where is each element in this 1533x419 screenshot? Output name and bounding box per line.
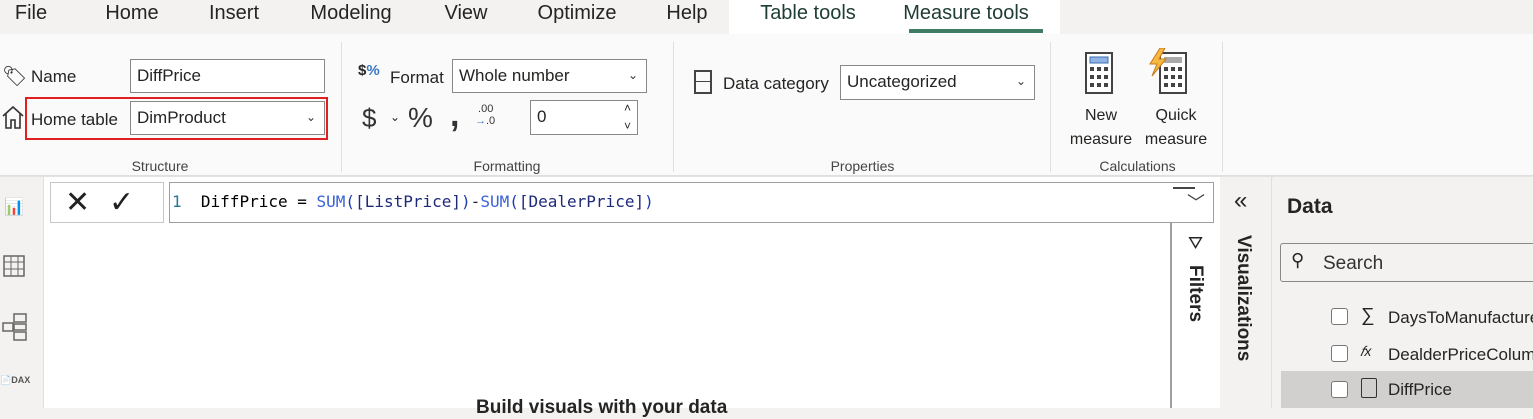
tab-measure-tools-label: Measure tools bbox=[903, 2, 1029, 24]
field-name[interactable]: DealderPriceColumn bbox=[1388, 345, 1533, 365]
properties-group-label: Properties bbox=[830, 158, 895, 174]
field-checkbox[interactable] bbox=[1331, 308, 1348, 325]
quick-measure-label-2: measure bbox=[1144, 131, 1208, 148]
visualizations-label: Visualizations bbox=[1233, 235, 1254, 362]
data-pane: Data ⚲ Search ∑ DaysToManufacture 𝑓x Dea… bbox=[1273, 177, 1533, 408]
expand-chevron-icon[interactable]: ﹀ bbox=[1187, 185, 1205, 223]
structure-group-label: Structure bbox=[131, 158, 189, 174]
function-token: SUM bbox=[480, 192, 510, 211]
commit-check-icon[interactable]: ✓ bbox=[109, 185, 134, 220]
data-category-value: Uncategorized bbox=[847, 72, 957, 91]
data-search-input[interactable]: ⚲ Search bbox=[1280, 243, 1533, 282]
measure-name-token: DiffPrice = bbox=[200, 192, 307, 211]
name-label: Name bbox=[31, 67, 77, 86]
calculated-column-icon: 𝑓x bbox=[1360, 343, 1372, 359]
home-table-value: DimProduct bbox=[137, 108, 226, 127]
decimal-places-icon[interactable]: .00 →.0 bbox=[475, 103, 495, 127]
name-input[interactable]: DiffPrice bbox=[130, 59, 325, 93]
percent-button[interactable]: % bbox=[408, 102, 433, 134]
cancel-icon[interactable]: ✕ bbox=[65, 185, 90, 220]
canvas-hint: Build visuals with your data bbox=[476, 397, 728, 418]
currency-button[interactable]: $ bbox=[362, 103, 376, 134]
currency-chevron-icon[interactable]: ⌄ bbox=[390, 110, 400, 124]
line-number: 1 bbox=[172, 192, 182, 211]
table-view-icon[interactable] bbox=[3, 255, 25, 277]
home-table-label: Home table bbox=[31, 110, 118, 129]
column-token: [DealerPrice] bbox=[518, 192, 645, 211]
search-placeholder: Search bbox=[1323, 253, 1384, 274]
visualizations-pane-collapsed[interactable]: « Visualizations bbox=[1220, 177, 1272, 408]
format-dropdown[interactable]: Whole number ⌄ bbox=[452, 59, 647, 93]
format-icon: $% bbox=[358, 62, 380, 79]
model-view-icon[interactable] bbox=[2, 313, 28, 341]
tab-home[interactable]: Home bbox=[96, 0, 168, 34]
expand-double-chevron-icon[interactable]: « bbox=[1234, 187, 1247, 215]
function-token: SUM bbox=[316, 192, 346, 211]
data-pane-title: Data bbox=[1287, 195, 1333, 218]
data-category-dropdown[interactable]: Uncategorized ⌄ bbox=[840, 65, 1035, 100]
field-checkbox[interactable] bbox=[1331, 381, 1348, 398]
tab-measure-tools[interactable]: Measure tools bbox=[872, 0, 1060, 34]
formatting-group-label: Formatting bbox=[473, 158, 541, 174]
data-category-label: Data category bbox=[723, 74, 829, 93]
dax-query-view-icon[interactable]: 📄DAX bbox=[0, 375, 30, 386]
operator-token: - bbox=[470, 192, 481, 211]
quick-measure-button[interactable]: Quick measure bbox=[1138, 48, 1214, 148]
format-label: Format bbox=[390, 68, 444, 87]
tab-help[interactable]: Help bbox=[658, 0, 716, 34]
new-measure-button[interactable]: New measure bbox=[1066, 52, 1142, 148]
home-table-dropdown[interactable]: DimProduct ⌄ bbox=[130, 101, 325, 135]
column-token: [ListPrice] bbox=[355, 192, 462, 211]
chevron-down-icon[interactable]: ˅ bbox=[624, 111, 631, 142]
field-row-highlighted[interactable]: DiffPrice bbox=[1281, 371, 1533, 408]
tab-file[interactable]: File bbox=[0, 0, 62, 34]
quick-measure-icon bbox=[1149, 48, 1187, 94]
filter-icon: ⛛ bbox=[1188, 233, 1204, 253]
chevron-down-icon: ⌄ bbox=[627, 68, 638, 82]
quick-measure-label-1: Quick bbox=[1155, 107, 1197, 124]
tab-optimize[interactable]: Optimize bbox=[528, 0, 626, 34]
field-name[interactable]: DaysToManufacture bbox=[1388, 308, 1533, 328]
calculator-icon bbox=[1085, 52, 1113, 94]
tab-table-tools[interactable]: Table tools bbox=[729, 0, 887, 34]
tab-modeling[interactable]: Modeling bbox=[300, 0, 402, 34]
comma-button[interactable]: , bbox=[450, 96, 459, 135]
report-view-icon[interactable]: 📊 bbox=[4, 197, 24, 217]
view-nav: 📊 📄DAX bbox=[0, 177, 44, 408]
decimal-places-value: 0 bbox=[537, 107, 547, 126]
format-value: Whole number bbox=[459, 66, 570, 85]
measure-calculator-icon bbox=[1361, 378, 1377, 398]
field-name: DiffPrice bbox=[1388, 380, 1452, 399]
home-icon bbox=[1, 104, 25, 130]
calculations-group-label: Calculations bbox=[1099, 158, 1176, 174]
data-category-icon bbox=[694, 70, 712, 94]
tab-insert[interactable]: Insert bbox=[200, 0, 268, 34]
tag-icon: 🏷 bbox=[2, 66, 28, 88]
decimal-places-stepper[interactable]: 0 ˄ ˅ bbox=[530, 100, 638, 135]
sigma-icon: ∑ bbox=[1361, 305, 1375, 326]
chevron-down-icon: ⌄ bbox=[1015, 74, 1026, 88]
chevron-down-icon: ⌄ bbox=[305, 110, 316, 124]
new-measure-label-2: measure bbox=[1069, 131, 1133, 148]
filters-label: Filters bbox=[1185, 265, 1206, 323]
field-checkbox[interactable] bbox=[1331, 345, 1348, 362]
tab-view[interactable]: View bbox=[436, 0, 496, 34]
filters-pane-collapsed[interactable]: ⛛ Filters bbox=[1170, 223, 1220, 408]
formula-actions: ✕ ✓ bbox=[50, 182, 164, 223]
new-measure-label-1: New bbox=[1084, 107, 1117, 124]
formula-editor[interactable]: 1 DiffPrice = SUM([ListPrice])-SUM([Deal… bbox=[169, 182, 1214, 223]
active-tab-underline bbox=[909, 29, 1043, 33]
search-icon: ⚲ bbox=[1291, 250, 1305, 270]
